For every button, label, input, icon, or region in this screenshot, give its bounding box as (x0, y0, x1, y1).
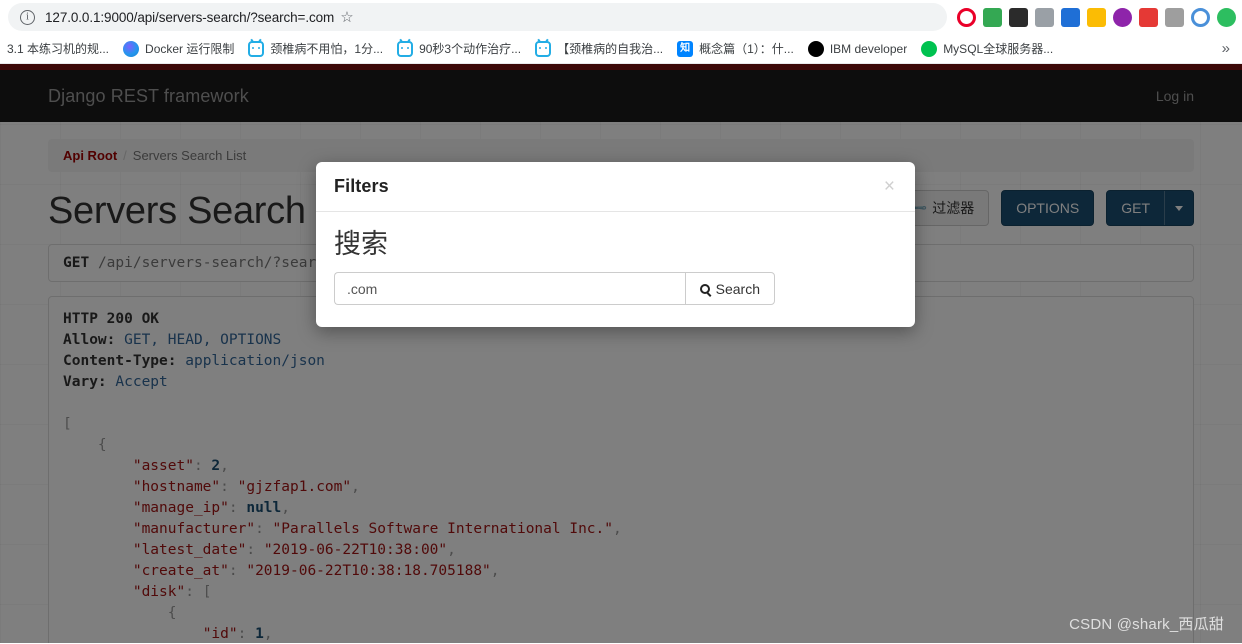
bilibili-icon (248, 40, 265, 57)
address-bar-url: 127.0.0.1:9000/api/servers-search/?searc… (45, 9, 335, 25)
bookmark-label: 【颈椎病的自我治... (557, 42, 664, 56)
bookmark-item[interactable]: 颈椎病不用怕，1分... (241, 37, 390, 60)
close-icon[interactable]: × (882, 177, 897, 196)
camera-extension-icon[interactable] (1113, 7, 1132, 27)
filters-modal: Filters × 搜索 Search (316, 162, 915, 328)
bookmark-item[interactable]: IBM developer (801, 38, 914, 60)
bookmark-label: Docker 运行限制 (145, 42, 235, 56)
bookmark-item[interactable]: 【颈椎病的自我治... (528, 37, 670, 60)
eyedropper-extension-icon[interactable] (1139, 7, 1158, 27)
address-bar[interactable]: 127.0.0.1:9000/api/servers-search/?searc… (8, 3, 947, 31)
bookmark-item[interactable]: MySQL全球服务器... (914, 37, 1060, 60)
bookmark-label: 概念篇（1）：什... (699, 42, 794, 56)
ibm-icon (807, 40, 824, 57)
bookmarks-overflow-button[interactable]: » (1214, 40, 1238, 57)
evernote-extension-icon[interactable] (1217, 7, 1236, 27)
bookmarks-bar: 3.1 本练习机的规... Docker 运行限制 颈椎病不用怕，1分... 90秒3… (0, 34, 1242, 64)
search-button[interactable]: Search (684, 272, 775, 306)
bookmark-label: 90秒3个动作治疗... (419, 42, 522, 56)
bookmark-label: 3.1 本练习机的规... (7, 42, 110, 56)
magnifier-icon (699, 283, 710, 294)
search-input[interactable] (334, 272, 685, 306)
browser-chrome: 127.0.0.1:9000/api/servers-search/?searc… (0, 0, 1242, 64)
watermark: CSDN @shark_西瓜甜 (1069, 616, 1224, 633)
bookmark-item[interactable]: Docker 运行限制 (116, 37, 241, 60)
screenshot-extension-icon[interactable] (1009, 7, 1028, 27)
page-viewport: Django REST framework Log in Api Root / … (0, 64, 1242, 643)
bookmark-label: IBM developer (829, 41, 908, 56)
docker-icon (123, 40, 140, 57)
download-manager-extension-icon[interactable] (983, 7, 1002, 27)
vimium-extension-icon[interactable] (1165, 7, 1184, 27)
bilibili-icon (397, 40, 414, 57)
bookmark-label: 颈椎病不用怕，1分... (270, 42, 384, 56)
bilibili-icon (535, 40, 552, 57)
bookmark-label: MySQL全球服务器... (943, 42, 1054, 56)
zhihu-icon: 知 (677, 40, 694, 57)
mysql-icon (921, 40, 938, 57)
bookmark-item[interactable]: 90秒3个动作治疗... (390, 37, 528, 60)
search-input-group: Search (334, 272, 775, 306)
omnibar-row: 127.0.0.1:9000/api/servers-search/?searc… (0, 0, 1242, 34)
search-field-label: 搜索 (334, 229, 388, 259)
bookmark-item[interactable]: 知概念篇（1）：什... (670, 37, 801, 60)
bookmark-item[interactable]: 3.1 本练习机的规... (0, 37, 116, 60)
circle-extension-icon[interactable] (1191, 7, 1210, 27)
yandex-extension-icon[interactable] (1061, 7, 1080, 27)
modal-body: 搜索 Search (316, 212, 915, 327)
modal-title: Filters (334, 176, 389, 196)
search-button-label: Search (715, 280, 760, 297)
opera-extension-icon[interactable] (957, 7, 976, 27)
flash-extension-icon[interactable] (1087, 7, 1106, 27)
bookmark-star-icon[interactable]: ☆ (340, 10, 353, 25)
site-info-icon[interactable] (20, 9, 35, 25)
modal-header: Filters × (316, 162, 915, 212)
extension-icons (947, 7, 1238, 27)
parachute-extension-icon[interactable] (1035, 7, 1054, 27)
modal-backdrop[interactable] (0, 64, 1242, 643)
